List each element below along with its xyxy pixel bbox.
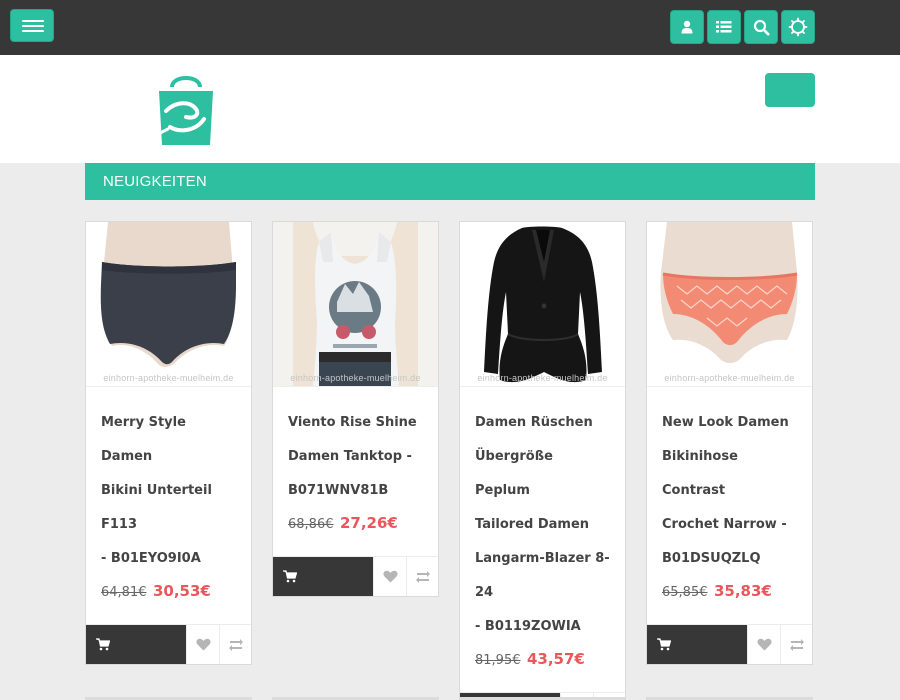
list-button[interactable] [707,10,741,44]
hamburger-icon [22,20,44,22]
search-icon [753,19,769,35]
compare-arrows-icon [228,638,243,651]
compare-arrows-icon [415,570,430,583]
product-prices: 81,95€ 43,57€ [460,644,625,692]
product-card: einhorn-apotheke-muelheim.de New Look Da… [646,221,813,665]
sale-price: 27,26€ [339,514,398,532]
top-navbar [0,0,900,55]
watermark-text: einhorn-apotheke-muelheim.de [664,373,795,383]
heart-icon [195,638,211,651]
shopping-bag-hug-logo [158,76,213,145]
site-header [0,55,900,163]
product-image[interactable]: einhorn-apotheke-muelheim.de [647,222,812,387]
compare-arrows-icon [789,638,804,651]
watermark-text: einhorn-apotheke-muelheim.de [477,373,608,383]
wishlist-button[interactable] [186,625,219,664]
old-price: 68,86€ [288,517,334,532]
product-card: einhorn-apotheke-muelheim.de Viento Rise… [272,221,439,597]
compare-button[interactable] [219,625,251,664]
product-title[interactable]: New Look Damen Bikinihose Contrast Croch… [647,387,812,576]
product-prices: 64,81€ 30,53€ [86,576,251,624]
settings-icon [788,17,808,37]
product-title[interactable]: Merry Style Damen Bikini Unterteil F113 … [86,387,251,576]
heart-icon [756,638,772,651]
top-icon-group [670,10,815,44]
sale-price: 43,57€ [526,650,585,668]
section-title: NEUIGKEITEN [103,173,207,190]
add-to-cart-button[interactable] [86,625,186,664]
sale-price: 35,83€ [713,582,772,600]
product-actions [273,556,438,596]
menu-toggle-button[interactable] [10,9,54,42]
product-title[interactable]: Damen Rüschen Übergröße Peplum Tailored … [460,387,625,644]
cart-icon [283,570,298,588]
watermark-text: einhorn-apotheke-muelheim.de [103,373,234,383]
product-actions [647,624,812,664]
compare-button[interactable] [780,625,812,664]
add-to-cart-button[interactable] [647,625,747,664]
product-image[interactable]: einhorn-apotheke-muelheim.de [86,222,251,387]
cart-icon [96,638,111,656]
cart-icon [657,638,672,656]
shop-logo[interactable] [156,71,216,147]
user-icon [681,20,693,34]
search-button[interactable] [744,10,778,44]
wishlist-button[interactable] [373,557,406,596]
add-to-cart-button[interactable] [273,557,373,596]
product-title[interactable]: Viento Rise Shine Damen Tanktop - B071WN… [273,387,438,508]
old-price: 65,85€ [662,585,708,600]
product-card: einhorn-apotheke-muelheim.de Merry Style… [85,221,252,665]
watermark-text: einhorn-apotheke-muelheim.de [290,373,421,383]
account-button[interactable] [670,10,704,44]
product-image[interactable]: einhorn-apotheke-muelheim.de [460,222,625,387]
compare-button[interactable] [406,557,438,596]
product-image[interactable]: einhorn-apotheke-muelheim.de [273,222,438,387]
product-prices: 65,85€ 35,83€ [647,576,812,624]
list-icon [716,21,732,33]
heart-icon [382,570,398,583]
product-card: einhorn-apotheke-muelheim.de Damen Rüsch… [459,221,626,700]
section-header: NEUIGKEITEN [85,163,815,200]
old-price: 64,81€ [101,585,147,600]
sale-price: 30,53€ [152,582,211,600]
wishlist-button[interactable] [747,625,780,664]
old-price: 81,95€ [475,653,521,668]
product-actions [86,624,251,664]
product-prices: 68,86€ 27,26€ [273,508,438,556]
header-action-button[interactable] [765,73,815,107]
settings-button[interactable] [781,10,815,44]
